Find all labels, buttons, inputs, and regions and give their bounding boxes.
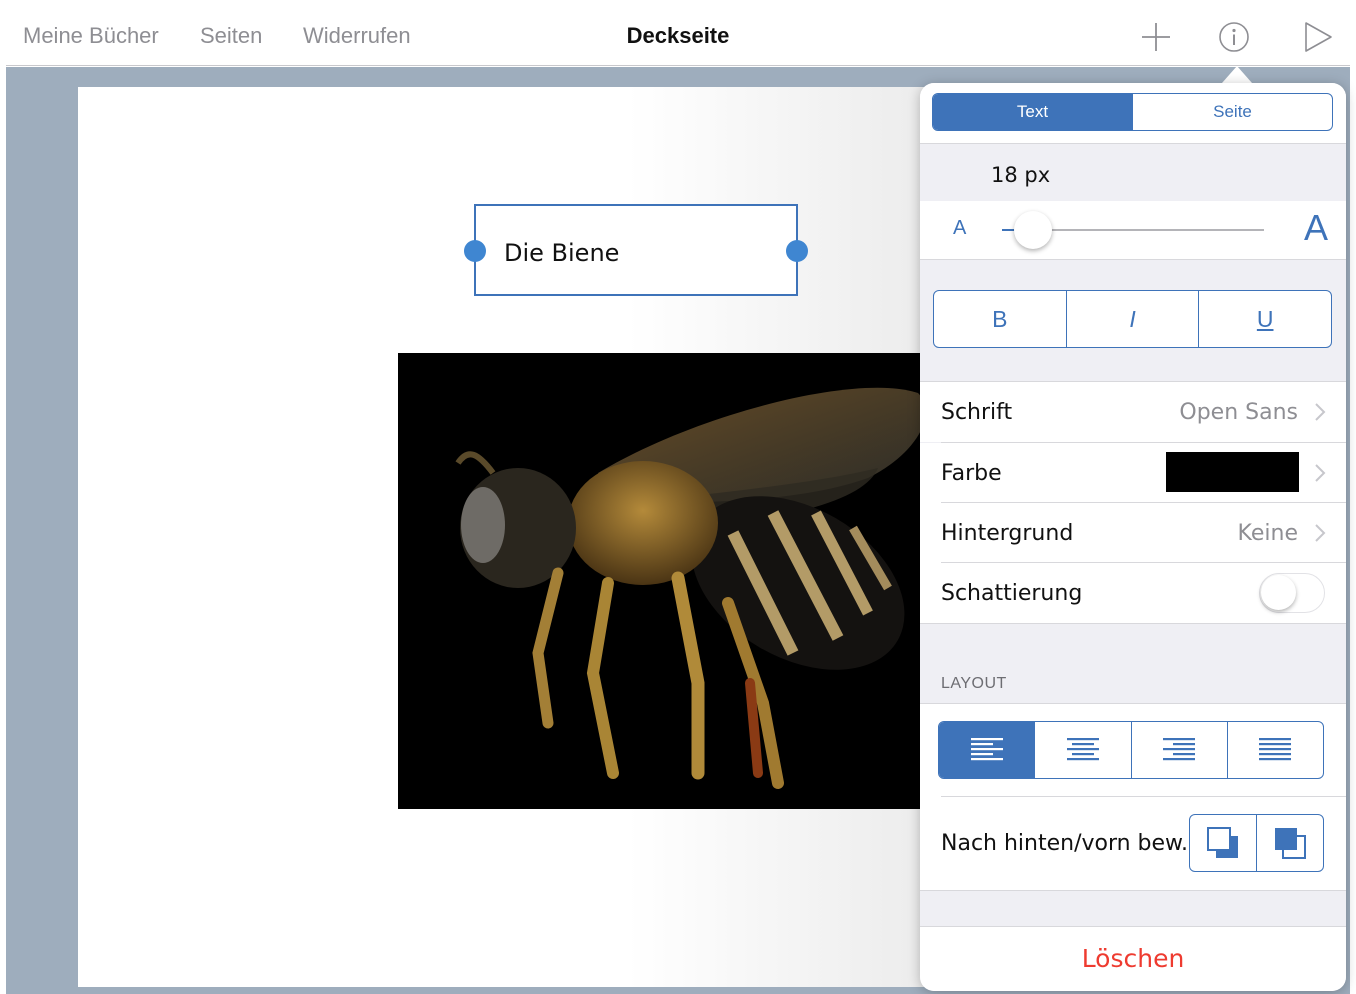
font-label: Schrift	[941, 400, 1013, 425]
divider	[920, 259, 1346, 260]
resize-handle-right[interactable]	[786, 240, 808, 262]
top-toolbar: Meine Bücher Seiten Widerrufen Deckseite	[6, 6, 1350, 66]
shadow-toggle[interactable]	[1259, 573, 1325, 613]
color-label: Farbe	[941, 461, 1002, 486]
slider-small-a-label: A	[953, 217, 967, 239]
align-right-button[interactable]	[1130, 722, 1227, 778]
align-justify-button[interactable]	[1226, 722, 1323, 778]
align-center-icon	[1066, 738, 1099, 761]
inspector-panel: Text Seite 18 px A A B I U Schrift Open …	[920, 83, 1346, 991]
bee-illustration	[455, 387, 926, 789]
italic-button[interactable]: I	[1065, 291, 1199, 347]
align-left-button[interactable]	[939, 722, 1035, 778]
tab-text[interactable]: Text	[933, 94, 1132, 130]
align-right-icon	[1163, 738, 1196, 761]
bold-button[interactable]: B	[934, 291, 1066, 347]
undo-button[interactable]: Widerrufen	[303, 23, 411, 49]
toggle-knob	[1261, 575, 1296, 610]
divider	[920, 890, 1346, 891]
arrange-buttons	[1189, 814, 1324, 872]
play-icon[interactable]	[1301, 20, 1335, 54]
text-style-buttons: B I U	[933, 290, 1332, 348]
align-center-button[interactable]	[1034, 722, 1130, 778]
bring-forward-icon	[1275, 828, 1306, 859]
shadow-row: Schattierung	[920, 563, 1346, 623]
shadow-label: Schattierung	[941, 581, 1083, 606]
align-left-icon	[970, 738, 1003, 761]
font-value: Open Sans	[1179, 400, 1298, 425]
chevron-right-icon	[1315, 524, 1326, 542]
background-row[interactable]: Hintergrund Keine	[920, 503, 1346, 563]
info-icon[interactable]	[1217, 20, 1251, 54]
bring-forward-button[interactable]	[1256, 815, 1323, 871]
my-books-button[interactable]: Meine Bücher	[23, 23, 159, 49]
arrange-label: Nach hinten/vorn bew...	[941, 831, 1203, 856]
chevron-right-icon	[1315, 403, 1326, 421]
pages-button[interactable]: Seiten	[200, 23, 262, 49]
add-icon[interactable]	[1139, 20, 1173, 54]
divider	[920, 143, 1346, 144]
text-box-content[interactable]: Die Biene	[504, 239, 619, 267]
send-backward-button[interactable]	[1190, 815, 1256, 871]
divider	[941, 796, 1346, 797]
divider	[920, 623, 1346, 624]
chevron-right-icon	[1315, 464, 1326, 482]
font-row[interactable]: Schrift Open Sans	[920, 382, 1346, 442]
font-size-value: 18 px	[991, 163, 1051, 187]
background-value: Keine	[1237, 521, 1298, 546]
color-swatch	[1166, 452, 1299, 492]
send-backward-icon	[1207, 827, 1238, 858]
align-justify-icon	[1259, 738, 1292, 761]
font-size-slider-row: A A	[920, 201, 1346, 259]
layout-section-header: LAYOUT	[941, 675, 1007, 692]
selected-text-box[interactable]: Die Biene	[464, 204, 808, 296]
popover-arrow	[1222, 66, 1252, 83]
alignment-buttons	[938, 721, 1324, 779]
color-row[interactable]: Farbe	[920, 443, 1346, 503]
background-label: Hintergrund	[941, 521, 1074, 546]
bee-photo[interactable]	[398, 353, 998, 809]
slider-knob[interactable]	[1014, 211, 1053, 249]
delete-button[interactable]: Löschen	[920, 927, 1346, 991]
resize-handle-left[interactable]	[464, 240, 486, 262]
underline-button[interactable]: U	[1198, 291, 1331, 347]
inspector-tabs: Text Seite	[932, 93, 1333, 131]
tab-seite[interactable]: Seite	[1132, 94, 1332, 130]
slider-large-a-label: A	[1303, 207, 1328, 248]
